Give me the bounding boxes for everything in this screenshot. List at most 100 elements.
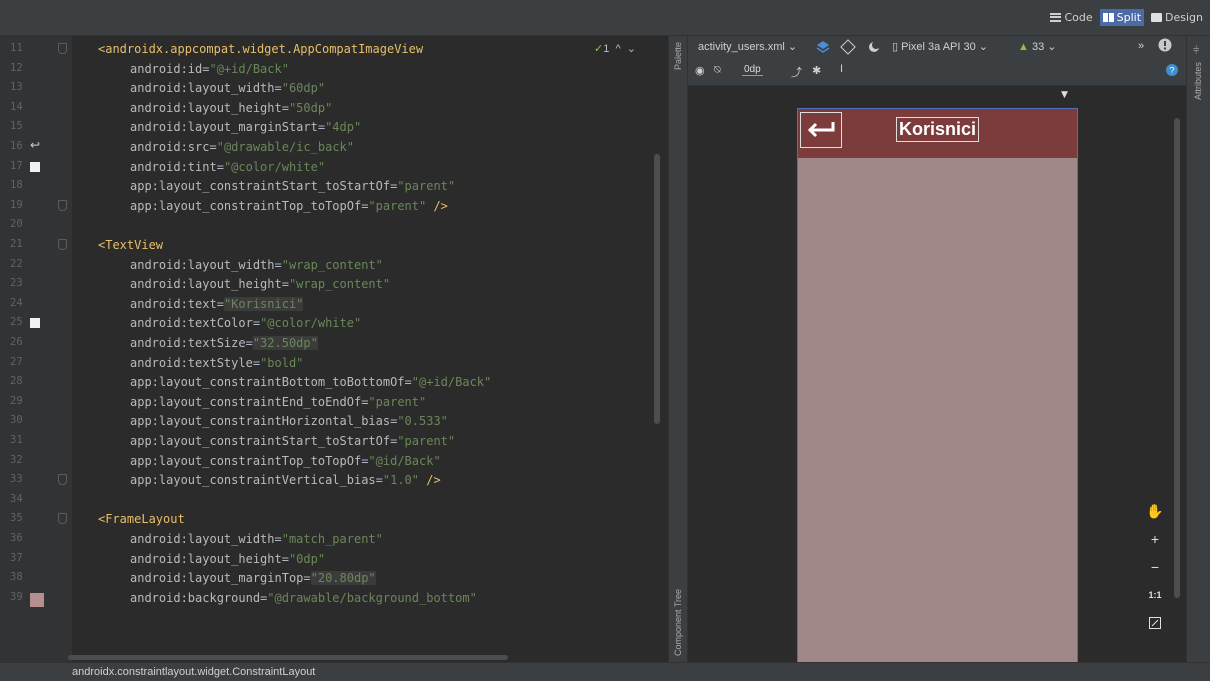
editor-horizontal-scrollbar[interactable] xyxy=(68,655,508,660)
inspection-widget[interactable]: ✓1 ^ ⌄ xyxy=(594,42,636,55)
code-line[interactable]: app:layout_constraintStart_toStartOf="pa… xyxy=(130,178,455,194)
design-surface-icon[interactable] xyxy=(815,39,831,58)
code-token: "50dp" xyxy=(288,100,333,115)
guidelines-icon[interactable]: I xyxy=(840,63,843,75)
orientation-icon[interactable] xyxy=(840,39,856,58)
code-token: android:layout_height xyxy=(130,551,282,566)
code-editor[interactable]: 11 12 13 14 15 16 ↩ 17 18 19 20 21 22 23 24 25 26 27 28 29 3… xyxy=(0,36,668,662)
fold-icon[interactable] xyxy=(58,474,67,486)
line-number: 32 xyxy=(10,453,23,466)
device-selector[interactable]: ▯ Pixel 3a API 30 ⌄ xyxy=(892,40,988,53)
clear-constraints-icon[interactable]: ⤴ xyxy=(791,64,802,80)
code-line[interactable]: android:src="@drawable/ic_back" xyxy=(130,139,354,155)
zoom-reset-button[interactable]: 1:1 xyxy=(1144,584,1166,606)
code-token: = xyxy=(209,140,217,154)
fold-icon[interactable] xyxy=(58,513,67,525)
design-view-button[interactable]: Design xyxy=(1148,9,1206,26)
code-line[interactable]: android:textColor="@color/white" xyxy=(130,315,361,331)
file-selector[interactable]: activity_users.xml ⌄ xyxy=(698,40,797,53)
warning-count: 1 xyxy=(603,43,610,55)
more-icon[interactable]: » xyxy=(1138,40,1144,52)
code-view-button[interactable]: Code xyxy=(1047,9,1095,26)
view-options-icon[interactable]: ◉ xyxy=(695,64,705,77)
code-line[interactable]: app:layout_constraintTop_toTopOf="@id/Ba… xyxy=(130,453,441,469)
code-line[interactable]: android:id="@+id/Back" xyxy=(130,61,289,77)
fold-icon[interactable] xyxy=(58,199,67,211)
code-token: android:id xyxy=(130,61,203,76)
code-token: android:layout_width xyxy=(130,532,275,546)
design-toolbar-top: activity_users.xml ⌄ ▯ Pixel 3a API 30 ⌄… xyxy=(688,36,1186,58)
infer-constraints-icon[interactable]: ✱ xyxy=(812,64,821,77)
code-token: "parent" xyxy=(368,198,427,213)
zoom-to-fit-icon[interactable] xyxy=(1144,612,1166,634)
line-number: 23 xyxy=(10,277,23,290)
code-token: /> xyxy=(426,198,448,213)
chevron-down-icon[interactable]: ⌄ xyxy=(624,43,636,55)
code-line[interactable]: android:textStyle="bold" xyxy=(130,355,303,371)
split-view-button[interactable]: Split xyxy=(1099,9,1145,26)
help-icon[interactable]: ? xyxy=(1166,64,1178,79)
code-token: "@drawable/background_bottom" xyxy=(267,590,477,605)
color-swatch[interactable] xyxy=(30,592,44,607)
breadcrumb[interactable]: androidx.constraintlayout.widget.Constra… xyxy=(72,666,315,678)
code-token: "20.80dp" xyxy=(310,571,376,586)
code-token: "1.0" xyxy=(382,473,419,488)
line-number: 34 xyxy=(10,492,23,505)
code-line[interactable]: app:layout_constraintEnd_toEndOf="parent… xyxy=(130,394,426,410)
night-mode-icon[interactable] xyxy=(866,39,882,58)
design-vertical-scrollbar[interactable] xyxy=(1174,118,1180,598)
component-tree-tab[interactable]: Component Tree xyxy=(673,589,683,656)
fold-icon[interactable] xyxy=(58,239,67,250)
svg-text:?: ? xyxy=(1169,66,1174,76)
code-line[interactable]: android:layout_marginStart="4dp" xyxy=(130,119,361,135)
code-token: android:layout_height xyxy=(130,277,282,292)
code-line[interactable]: app:layout_constraintVertical_bias="1.0"… xyxy=(130,472,441,488)
attributes-tab[interactable]: Attributes xyxy=(1193,62,1203,100)
code-line[interactable]: app:layout_constraintTop_toTopOf="parent… xyxy=(130,198,448,214)
code-line[interactable]: android:textSize="32.50dp" xyxy=(130,335,318,351)
image-preview-icon[interactable]: ↩ xyxy=(30,139,40,151)
editor-vertical-scrollbar[interactable] xyxy=(654,154,660,424)
code-line[interactable]: android:tint="@color/white" xyxy=(130,159,325,175)
color-swatch[interactable] xyxy=(30,318,40,329)
chevron-up-icon[interactable]: ^ xyxy=(612,43,620,55)
error-icon[interactable] xyxy=(1158,38,1172,55)
code-line[interactable]: android:text="Korisnici" xyxy=(130,296,304,312)
zoom-out-button[interactable]: − xyxy=(1144,556,1166,578)
code-line[interactable]: android:layout_marginTop="20.80dp" xyxy=(130,570,376,586)
code-line[interactable]: android:layout_height="wrap_content" xyxy=(130,276,390,292)
line-number: 27 xyxy=(10,355,23,368)
code-token: app:layout_constraintTop_toTopOf xyxy=(130,453,362,468)
code-token: "@color/white" xyxy=(260,316,362,331)
api-selector[interactable]: ▲ 33 ⌄ xyxy=(1018,40,1056,53)
pan-hand-icon[interactable]: ✋ xyxy=(1144,500,1166,522)
color-swatch[interactable] xyxy=(30,161,40,172)
code-icon xyxy=(1050,13,1062,22)
fold-icon[interactable] xyxy=(58,43,67,54)
code-line[interactable]: app:layout_constraintStart_toStartOf="pa… xyxy=(130,433,455,449)
code-line[interactable]: <FrameLayout xyxy=(98,511,185,527)
attributes-settings-icon[interactable]: ⫩ xyxy=(1193,44,1199,58)
zoom-in-button[interactable]: + xyxy=(1144,528,1166,550)
code-line[interactable]: app:layout_constraintHorizontal_bias="0.… xyxy=(130,413,448,429)
default-margins[interactable]: 0dp xyxy=(742,64,763,76)
palette-tab[interactable]: Palette xyxy=(673,42,683,70)
line-number: 37 xyxy=(10,551,23,564)
autoconnect-icon[interactable]: ⍉ xyxy=(714,64,721,77)
code-line[interactable]: <androidx.appcompat.widget.AppCompatImag… xyxy=(98,41,423,57)
check-icon: ✓ xyxy=(594,43,604,55)
device-preview[interactable]: Korisnici xyxy=(797,108,1078,663)
code-line[interactable]: <TextView xyxy=(98,237,163,253)
code-line[interactable]: android:layout_height="0dp" xyxy=(130,551,325,567)
code-line[interactable]: android:layout_width="match_parent" xyxy=(130,531,383,547)
code-line[interactable]: android:layout_height="50dp" xyxy=(130,100,332,116)
back-arrow-icon[interactable] xyxy=(800,112,842,148)
code-line[interactable]: app:layout_constraintBottom_toBottomOf="… xyxy=(130,374,491,390)
preview-title[interactable]: Korisnici xyxy=(896,117,980,142)
code-token: "@color/white" xyxy=(223,159,326,174)
code-token: = xyxy=(303,571,311,586)
code-token: <TextView xyxy=(98,238,164,252)
code-line[interactable]: android:layout_width="60dp" xyxy=(130,80,325,96)
code-line[interactable]: android:layout_width="wrap_content" xyxy=(130,257,383,273)
code-line[interactable]: android:background="@drawable/background… xyxy=(130,590,477,606)
